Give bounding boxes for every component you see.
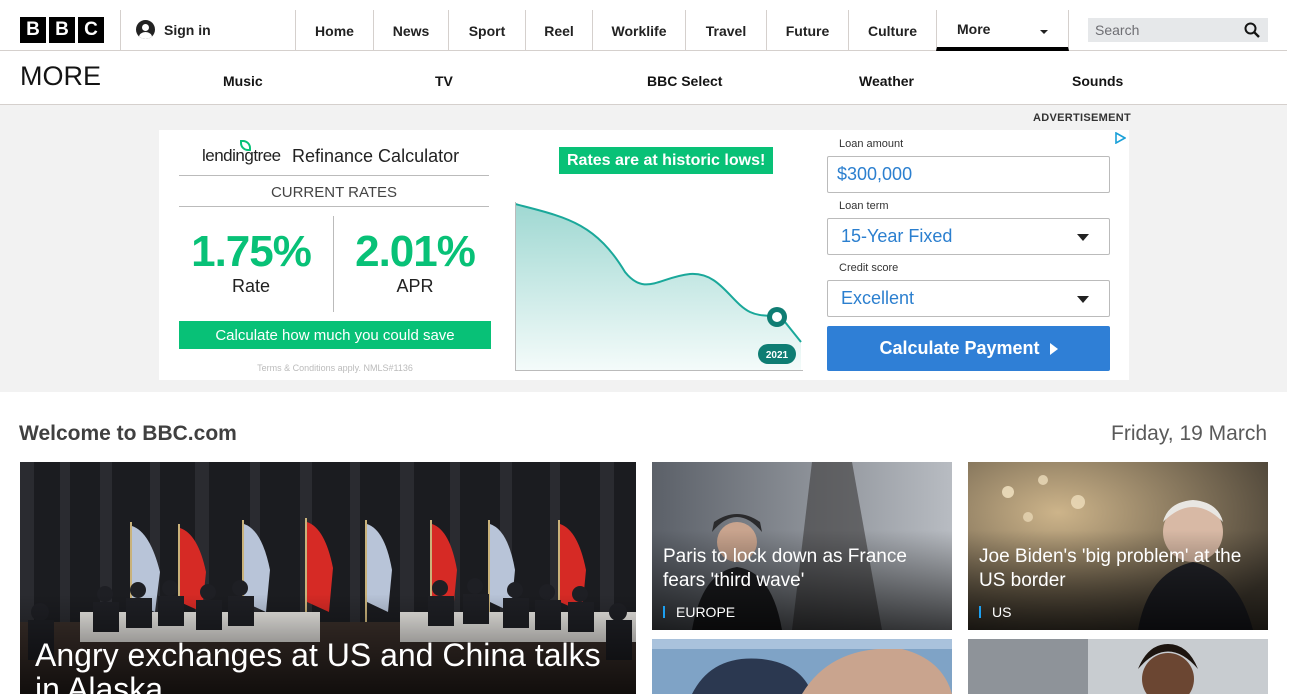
loan-amount-label: Loan amount	[839, 138, 904, 150]
chevron-down-icon	[1077, 234, 1089, 241]
more-subnav: MORE Music TV BBC Select Weather Sounds	[0, 51, 1287, 105]
nav-culture[interactable]: Culture	[848, 10, 936, 51]
divider	[333, 216, 334, 312]
chart-area	[515, 204, 801, 370]
apr-value: 2.01%	[355, 227, 476, 276]
logo-letter: C	[78, 17, 104, 43]
welcome-heading: Welcome to BBC.com	[19, 422, 237, 445]
nav-reel[interactable]: Reel	[525, 10, 592, 51]
calculate-payment-button[interactable]: Calculate Payment	[827, 326, 1110, 371]
divider	[179, 206, 489, 207]
subnav-sounds[interactable]: Sounds	[1072, 73, 1123, 89]
nav-travel[interactable]: Travel	[685, 10, 766, 51]
subnav-weather[interactable]: Weather	[859, 73, 914, 89]
sign-in-label: Sign in	[164, 21, 211, 38]
credit-score-select[interactable]: Excellent	[827, 280, 1110, 317]
story-image	[968, 639, 1268, 694]
story-tag[interactable]: EUROPE	[663, 605, 735, 619]
credit-score-label: Credit score	[839, 262, 899, 274]
story-image	[652, 639, 952, 694]
adchoices-icon[interactable]	[1114, 132, 1126, 144]
nav-worklife[interactable]: Worklife	[592, 10, 685, 51]
bbc-logo[interactable]: B B C	[20, 17, 104, 43]
nav-home[interactable]: Home	[295, 10, 373, 51]
logo-letter: B	[49, 17, 75, 43]
story-headline[interactable]: Angry exchanges at US and China talks in…	[35, 638, 616, 694]
rates-trend-chart: 2021	[515, 202, 803, 371]
loan-amount-field[interactable]: $300,000	[827, 156, 1110, 193]
top-navigation-bar: B B C Sign in Home News Sport Reel Workl…	[0, 0, 1287, 51]
advertisement-label: ADVERTISEMENT	[1033, 112, 1132, 124]
chevron-down-icon	[1077, 296, 1089, 303]
current-rates-label: CURRENT RATES	[270, 184, 398, 201]
loan-amount-value: $300,000	[837, 164, 913, 184]
search-icon[interactable]	[1244, 22, 1260, 38]
story-card[interactable]	[968, 639, 1268, 694]
credit-score-value: Excellent	[841, 288, 915, 308]
logo-letter: B	[20, 17, 46, 43]
nav-sport[interactable]: Sport	[448, 10, 525, 51]
chart-year-label: 2021	[766, 350, 789, 361]
date-label: Friday, 19 March	[1111, 422, 1267, 445]
subnav-music[interactable]: Music	[223, 73, 263, 89]
divider	[120, 10, 121, 51]
loan-term-value: 15-Year Fixed	[841, 226, 953, 246]
chevron-down-icon	[1040, 30, 1048, 34]
lendingtree-ad[interactable]: lendingtree Refinance Calculator CURRENT…	[159, 130, 1129, 380]
search-box	[1088, 18, 1268, 42]
nav-more-label: More	[957, 20, 991, 37]
subnav-bbc-select[interactable]: BBC Select	[647, 73, 722, 89]
rate-value: 1.75%	[191, 227, 312, 276]
story-headline[interactable]: Joe Biden's 'big problem' at the US bord…	[979, 545, 1258, 593]
loan-term-label: Loan term	[839, 200, 889, 212]
nav-more-dropdown[interactable]: More	[936, 10, 1069, 51]
nav-future[interactable]: Future	[766, 10, 848, 51]
search-input[interactable]	[1088, 22, 1238, 38]
story-card[interactable]: Joe Biden's 'big problem' at the US bord…	[968, 462, 1268, 630]
advertisement-zone: ADVERTISEMENT lendingtree Refinance Calc…	[0, 105, 1287, 392]
apr-block: 2.01% APR	[340, 230, 490, 297]
story-tag[interactable]: US	[979, 605, 1011, 619]
lead-story-card[interactable]: Angry exchanges at US and China talks in…	[20, 462, 636, 694]
ad-title: Refinance Calculator	[292, 146, 460, 166]
story-card[interactable]: Paris to lock down as France fears 'thir…	[652, 462, 952, 630]
rate-block: 1.75% Rate	[176, 230, 326, 297]
section-title: MORE	[20, 61, 101, 91]
divider	[179, 175, 489, 176]
calculate-savings-link[interactable]: Calculate how much you could save	[179, 321, 491, 349]
historic-lows-banner: Rates are at historic lows!	[559, 147, 774, 174]
user-icon	[136, 20, 155, 39]
loan-term-select[interactable]: 15-Year Fixed	[827, 218, 1110, 255]
calculate-payment-label: Calculate Payment	[879, 338, 1040, 358]
story-headline[interactable]: Paris to lock down as France fears 'thir…	[663, 545, 942, 593]
chart-point-center	[772, 312, 782, 322]
subnav-tv[interactable]: TV	[435, 73, 453, 89]
story-card[interactable]	[652, 639, 952, 694]
rate-label: Rate	[231, 276, 271, 296]
terms-text: Terms & Conditions apply. NMLS#1136	[257, 363, 413, 373]
sign-in-link[interactable]: Sign in	[136, 20, 211, 39]
main-nav: Home News Sport Reel Worklife Travel Fut…	[295, 10, 1069, 51]
lendingtree-logo: lendingtree	[202, 146, 281, 165]
nav-news[interactable]: News	[373, 10, 448, 51]
apr-label: APR	[396, 276, 434, 296]
play-arrow-icon	[1049, 342, 1058, 355]
